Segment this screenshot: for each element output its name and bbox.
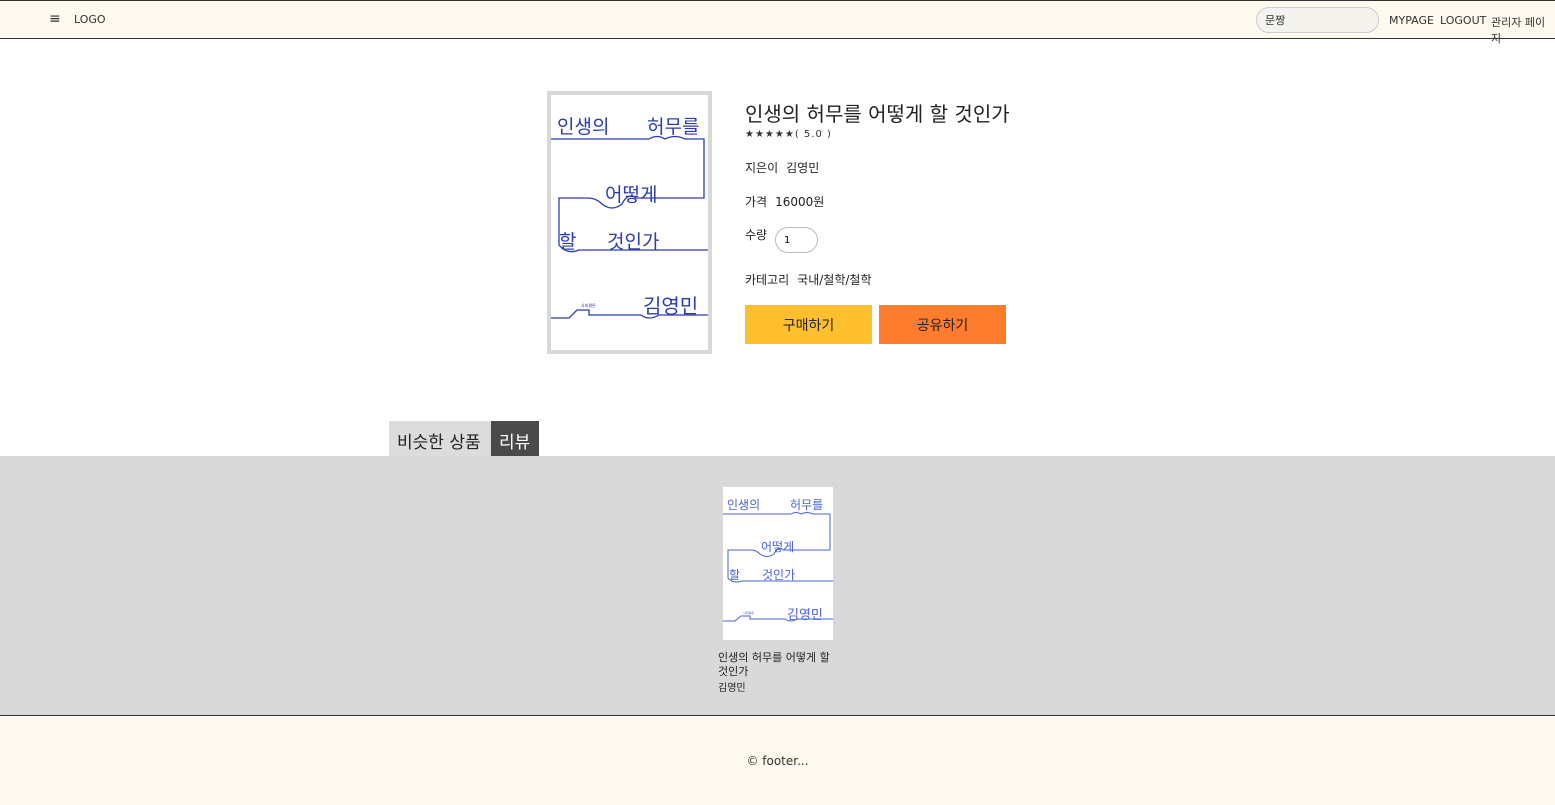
hamburger-menu-icon[interactable]: ≡ bbox=[49, 11, 61, 27]
rating-stars: ★★★★★ bbox=[745, 129, 795, 140]
author-label: 지은이 bbox=[745, 161, 779, 175]
buy-button[interactable]: 구매하기 bbox=[745, 305, 872, 344]
cover-title-2: 허무를 bbox=[647, 116, 699, 138]
product-title: 인생의 허무를 어떻게 할 것인가 bbox=[745, 102, 1010, 126]
top-header: ≡ LOGO MYPAGE LOGOUT 관리자 페이지 bbox=[0, 0, 1555, 45]
quantity-input[interactable] bbox=[775, 227, 818, 253]
book-cover-art: 인생의 허무를 어떻게 할 것인가 김영민 사회평론 bbox=[551, 116, 708, 319]
similar-cover-title-5: 것인가 bbox=[762, 568, 795, 582]
logout-link[interactable]: LOGOUT bbox=[1440, 14, 1486, 27]
cover-title-3: 어떻게 bbox=[605, 184, 657, 206]
similar-cover-art: 인생의 허무를 어떻게 할 것인가 김영민 사회평론 bbox=[723, 498, 833, 623]
cover-author: 김영민 bbox=[643, 294, 698, 318]
cover-publisher: 사회평론 bbox=[581, 302, 596, 308]
similar-cover-publisher: 사회평론 bbox=[743, 610, 754, 615]
similar-cover-title-4: 할 bbox=[729, 568, 740, 582]
footer-text: © footer... bbox=[746, 754, 809, 768]
similar-item-title[interactable]: 인생의 허무를 어떻게 할 것인가 bbox=[718, 651, 843, 679]
rating-value: ( 5.0 ) bbox=[794, 129, 832, 140]
cover-title-4: 할 bbox=[559, 231, 576, 253]
price-label: 가격 bbox=[745, 195, 768, 209]
similar-cover-title-1: 인생의 bbox=[727, 498, 760, 512]
author-value: 김영민 bbox=[786, 161, 820, 175]
cover-title-5: 것인가 bbox=[607, 231, 659, 253]
mypage-link[interactable]: MYPAGE bbox=[1389, 14, 1434, 27]
footer: © footer... bbox=[0, 717, 1555, 805]
similar-cover-title-3: 어떻게 bbox=[761, 540, 794, 554]
quantity-label: 수량 bbox=[745, 228, 768, 242]
tab-reviews[interactable]: 리뷰 bbox=[491, 421, 539, 456]
share-button[interactable]: 공유하기 bbox=[879, 305, 1006, 344]
rating: ★★★★★( 5.0 ) bbox=[745, 129, 832, 140]
search-input[interactable] bbox=[1256, 7, 1379, 33]
book-cover-image: 인생의 허무를 어떻게 할 것인가 김영민 사회평론 bbox=[547, 91, 712, 354]
similar-item-author: 김영민 bbox=[718, 683, 746, 694]
tab-similar-products[interactable]: 비슷한 상품 bbox=[389, 421, 491, 456]
admin-page-link[interactable]: 관리자 페이지 bbox=[1491, 14, 1555, 46]
price-value: 16000원 bbox=[775, 195, 825, 209]
similar-cover-title-2: 허무를 bbox=[790, 498, 823, 512]
similar-cover-author: 김영민 bbox=[787, 608, 823, 623]
similar-item-cover[interactable]: 인생의 허무를 어떻게 할 것인가 김영민 사회평론 bbox=[718, 482, 838, 645]
category-row: 카테고리 국내/철학/철학 bbox=[745, 271, 872, 288]
author-row: 지은이 김영민 bbox=[745, 159, 819, 176]
category-value: 국내/철학/철학 bbox=[797, 273, 872, 287]
category-label: 카테고리 bbox=[745, 273, 790, 287]
price-row: 가격 16000원 bbox=[745, 193, 824, 210]
cover-title-1: 인생의 bbox=[557, 116, 609, 138]
logo[interactable]: LOGO bbox=[74, 13, 106, 26]
